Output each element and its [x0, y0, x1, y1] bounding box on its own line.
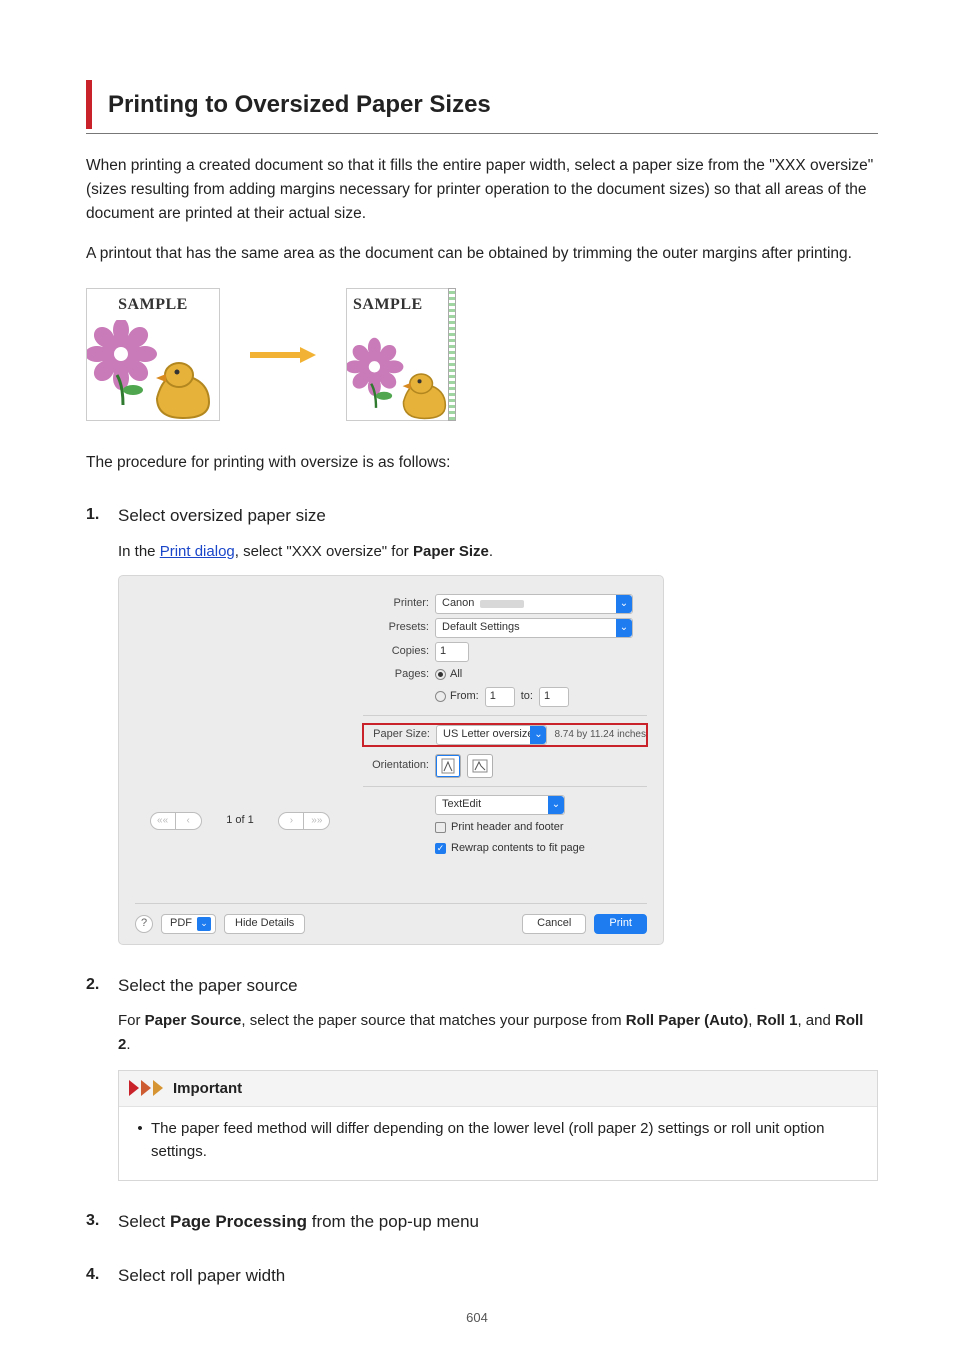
important-icon	[129, 1080, 165, 1096]
text: In the	[118, 543, 160, 560]
copies-input[interactable]: 1	[435, 642, 469, 662]
header-footer-checkbox[interactable]	[435, 822, 446, 833]
app-section-select[interactable]: TextEdit ⌄	[435, 795, 565, 815]
presets-select[interactable]: Default Settings ⌄	[435, 618, 633, 638]
page-nav-count: 1 of 1	[226, 812, 254, 829]
print-button[interactable]: Print	[594, 914, 647, 934]
orientation-landscape-button[interactable]	[467, 754, 493, 778]
orientation-portrait-button[interactable]	[435, 754, 461, 778]
printer-label: Printer:	[363, 595, 435, 612]
printer-select[interactable]: Canon ⌄	[435, 594, 633, 614]
text: .	[126, 1036, 130, 1053]
pages-from-label: From:	[450, 688, 479, 705]
paper-size-dimensions: 8.74 by 11.24 inches	[554, 727, 646, 743]
printer-value: Canon	[442, 595, 474, 612]
pdf-label: PDF	[170, 915, 192, 932]
app-section-value: TextEdit	[442, 796, 481, 813]
bold-roll-auto: Roll Paper (Auto)	[626, 1012, 749, 1029]
help-button[interactable]: ?	[135, 915, 153, 933]
presets-value: Default Settings	[442, 619, 520, 636]
hide-details-button[interactable]: Hide Details	[224, 914, 305, 934]
orientation-label: Orientation:	[363, 757, 435, 774]
important-note: Important The paper feed method will dif…	[118, 1070, 878, 1181]
rewrap-label: Rewrap contents to fit page	[451, 840, 585, 857]
page-nav-back[interactable]: ««‹	[150, 812, 202, 830]
step-1-body: In the Print dialog, select "XXX oversiz…	[118, 540, 878, 563]
sample-image-after: SAMPLE	[346, 288, 456, 421]
title-rule	[86, 133, 878, 134]
text: , and	[797, 1012, 835, 1029]
print-dialog-link[interactable]: Print dialog	[160, 543, 235, 560]
text: Select	[118, 1212, 170, 1231]
chevron-updown-icon: ⌄	[616, 619, 632, 637]
step-3-title: Select Page Processing from the pop-up m…	[118, 1209, 878, 1235]
step-3: Select Page Processing from the pop-up m…	[86, 1209, 878, 1235]
page-title: Printing to Oversized Paper Sizes	[86, 80, 878, 129]
text: from the pop-up menu	[307, 1212, 479, 1231]
intro-paragraph-2: A printout that has the same area as the…	[86, 242, 878, 266]
intro-paragraph-1: When printing a created document so that…	[86, 154, 878, 226]
step-2: Select the paper source For Paper Source…	[86, 973, 878, 1181]
cancel-button[interactable]: Cancel	[522, 914, 586, 934]
pages-to-label: to:	[521, 688, 533, 705]
text: ,	[748, 1012, 756, 1029]
pages-from-input[interactable]: 1	[485, 687, 515, 707]
paper-size-label: Paper Size:	[364, 726, 436, 743]
sample-image-before: SAMPLE	[86, 288, 220, 421]
paper-size-row-highlight: Paper Size: US Letter oversize⌄ 8.74 by …	[363, 724, 647, 746]
step-1-title: Select oversized paper size	[118, 503, 878, 529]
paper-size-value: US Letter oversize	[443, 726, 533, 743]
copies-label: Copies:	[363, 643, 435, 660]
pdf-menu-button[interactable]: PDF ⌄	[161, 914, 216, 934]
step-2-title: Select the paper source	[118, 973, 878, 999]
sample-label: SAMPLE	[118, 296, 188, 313]
page-nav-fwd[interactable]: ›»»	[278, 812, 330, 830]
presets-label: Presets:	[363, 619, 435, 636]
pages-all-radio[interactable]	[435, 669, 446, 680]
step-2-body: For Paper Source, select the paper sourc…	[118, 1009, 878, 1056]
chevron-updown-icon: ⌄	[616, 595, 632, 613]
bold-roll1: Roll 1	[757, 1012, 798, 1029]
procedure-lead: The procedure for printing with oversize…	[86, 451, 878, 475]
step-4-title: Select roll paper width	[118, 1263, 878, 1289]
step-4: Select roll paper width	[86, 1263, 878, 1289]
print-dialog-screenshot: ««‹ 1 of 1 ›»» Printer: Canon⌄ Presets: …	[118, 575, 664, 945]
sample-images-row: SAMPLE SAMPLE	[86, 288, 878, 421]
bold-page-processing: Page Processing	[170, 1212, 307, 1231]
paper-size-select[interactable]: US Letter oversize⌄	[436, 725, 547, 745]
pages-all-label: All	[450, 666, 462, 683]
important-item: The paper feed method will differ depend…	[151, 1117, 863, 1164]
rewrap-checkbox[interactable]: ✓	[435, 843, 446, 854]
chevron-updown-icon: ⌄	[530, 726, 546, 744]
arrow-icon	[250, 347, 316, 363]
pages-to-input[interactable]: 1	[539, 687, 569, 707]
text: For	[118, 1012, 145, 1029]
chevron-updown-icon: ⌄	[548, 796, 564, 814]
bold-paper-size: Paper Size	[413, 543, 489, 560]
important-title: Important	[173, 1077, 242, 1100]
sample-label: SAMPLE	[353, 296, 423, 313]
pages-from-radio[interactable]	[435, 691, 446, 702]
header-footer-label: Print header and footer	[451, 819, 564, 836]
text: .	[489, 543, 493, 560]
step-1: Select oversized paper size In the Print…	[86, 503, 878, 945]
chevron-down-icon: ⌄	[197, 917, 211, 931]
bold-paper-source: Paper Source	[145, 1012, 242, 1029]
text: , select the paper source that matches y…	[241, 1012, 625, 1029]
pages-label: Pages:	[363, 666, 435, 683]
text: , select "XXX oversize" for	[235, 543, 413, 560]
page-number: 604	[0, 1308, 954, 1328]
